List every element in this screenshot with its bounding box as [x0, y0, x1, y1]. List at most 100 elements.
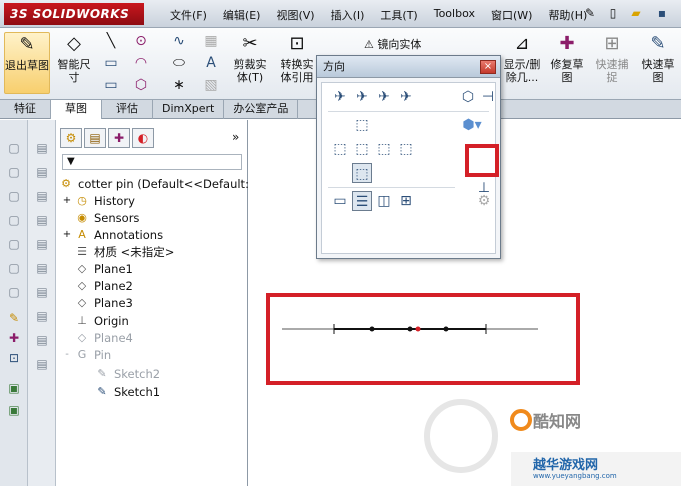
tab-dimxpert[interactable]: DimXpert: [153, 100, 225, 119]
dialog-title-bar[interactable]: 方向 ×: [317, 56, 500, 78]
top-view-icon[interactable]: ⬚: [352, 115, 372, 135]
grid-icon[interactable]: ▦: [200, 32, 222, 50]
smart-dimension-button[interactable]: ◇ 智能尺寸: [54, 32, 94, 84]
tree-item-pin[interactable]: - G Pin: [62, 346, 111, 363]
arc-icon[interactable]: ◠: [130, 54, 152, 72]
back-view-icon[interactable]: ⬚: [396, 139, 416, 159]
view-icon[interactable]: ▤: [33, 236, 51, 252]
tree-item-plane3[interactable]: ◇ Plane3: [74, 294, 133, 311]
tree-item-sketch1[interactable]: ✎ Sketch1: [94, 383, 160, 400]
circle-icon[interactable]: ⊙: [130, 32, 152, 50]
appearance-tab-icon[interactable]: ◐: [132, 128, 154, 148]
tree-item-plane4[interactable]: ◇ Plane4: [74, 329, 133, 346]
view-icon[interactable]: ▤: [33, 188, 51, 204]
slot-icon[interactable]: ▭: [100, 76, 122, 94]
expand-toggle[interactable]: -: [62, 349, 72, 360]
tree-item-material[interactable]: ☰ 材质 <未指定>: [74, 243, 174, 260]
tree-item-sketch2[interactable]: ✎ Sketch2: [94, 365, 160, 382]
tree-item-origin[interactable]: ⊥ Origin: [74, 312, 129, 329]
convert-entities-button[interactable]: ⊡ 转换实体引用: [276, 32, 318, 84]
new-view-icon[interactable]: ✈: [330, 87, 350, 107]
cube-icon[interactable]: ▢: [5, 164, 23, 180]
line-icon[interactable]: ╲: [100, 32, 122, 50]
two-view-vertical-icon[interactable]: ◫: [374, 191, 394, 211]
rectangle-icon[interactable]: ▭: [100, 54, 122, 72]
left-view-icon[interactable]: ⬚: [330, 139, 350, 159]
isometric-dropdown-icon[interactable]: ⬢▾: [462, 115, 482, 135]
close-button[interactable]: ×: [480, 60, 496, 74]
repair-sketch-button[interactable]: ✚ 修复草图: [546, 32, 588, 84]
tree-item-plane2[interactable]: ◇ Plane2: [74, 277, 133, 294]
expand-panel-icon[interactable]: »: [232, 130, 239, 144]
new-document-icon[interactable]: ▯: [603, 4, 623, 22]
ellipse-icon[interactable]: ⬭: [168, 54, 190, 72]
pin-dialog-icon[interactable]: ⊣: [478, 87, 498, 107]
tree-filter[interactable]: ▼: [62, 154, 242, 170]
menu-edit[interactable]: 编辑(E): [223, 7, 261, 23]
four-view-icon[interactable]: ⊞: [396, 191, 416, 211]
front-view-icon[interactable]: ⬚: [352, 139, 372, 159]
view-icon[interactable]: ▤: [33, 164, 51, 180]
right-view-icon[interactable]: ⬚: [374, 139, 394, 159]
tab-evaluate[interactable]: 评估: [102, 100, 153, 119]
tab-office-products[interactable]: 办公室产品: [224, 100, 299, 119]
mirror-entities-button[interactable]: ⚠ 镜向实体: [364, 36, 421, 52]
modify-icon[interactable]: ⊡: [5, 350, 23, 366]
quick-snap-button[interactable]: ⊞ 快速捕捉: [592, 32, 632, 84]
sketch-tool-icon[interactable]: ✎: [5, 310, 23, 326]
text-icon[interactable]: A: [200, 54, 222, 72]
exit-sketch-button[interactable]: ✎ 退出草图: [4, 32, 50, 94]
tree-item-history[interactable]: + ◷ History: [62, 192, 135, 209]
spline-icon[interactable]: ∿: [168, 32, 190, 50]
two-view-horizontal-icon[interactable]: ☰: [352, 191, 372, 211]
cube-icon[interactable]: ▢: [5, 284, 23, 300]
cube-icon[interactable]: ▢: [5, 188, 23, 204]
link-view-icon[interactable]: ✈: [396, 87, 416, 107]
menu-insert[interactable]: 插入(I): [331, 7, 365, 23]
rapid-sketch-button[interactable]: ✎ 快速草图: [638, 32, 678, 84]
layer-icon[interactable]: ▣: [5, 380, 23, 396]
view-icon[interactable]: ▤: [33, 332, 51, 348]
layer-icon[interactable]: ▣: [5, 402, 23, 418]
save-icon[interactable]: ▪: [652, 4, 672, 22]
reset-view-icon[interactable]: ✈: [374, 87, 394, 107]
view-icon[interactable]: ▤: [33, 260, 51, 276]
menu-tools[interactable]: 工具(T): [380, 7, 417, 23]
view-icon[interactable]: ▤: [33, 308, 51, 324]
open-folder-icon[interactable]: ▰: [626, 4, 646, 22]
cube-icon[interactable]: ▢: [5, 212, 23, 228]
view-icon[interactable]: ▤: [33, 212, 51, 228]
tree-root[interactable]: ⚙ cotter pin (Default<<Default:: [58, 175, 249, 192]
update-view-icon[interactable]: ✈: [352, 87, 372, 107]
pin-icon[interactable]: ✎: [580, 4, 600, 22]
expand-toggle[interactable]: +: [62, 229, 72, 240]
menu-toolbox[interactable]: Toolbox: [434, 7, 475, 23]
tab-features[interactable]: 特征: [0, 100, 51, 119]
sketch-geometry[interactable]: [270, 297, 576, 381]
tree-item-annotations[interactable]: + A Annotations: [62, 226, 163, 243]
tab-sketch[interactable]: 草图: [51, 100, 102, 119]
single-view-icon[interactable]: ▭: [330, 191, 350, 211]
view-icon[interactable]: ▤: [33, 284, 51, 300]
trim-entities-button[interactable]: ✂ 剪裁实体(T): [230, 32, 270, 84]
plane-sketch-icon[interactable]: ▧: [200, 76, 222, 94]
expand-toggle[interactable]: +: [62, 195, 72, 206]
menu-window[interactable]: 窗口(W): [491, 7, 532, 23]
feature-manager-tab-icon[interactable]: ⚙: [60, 128, 82, 148]
polygon-icon[interactable]: ⬡: [130, 76, 152, 94]
menu-view[interactable]: 视图(V): [276, 7, 314, 23]
tree-item-sensors[interactable]: ◉ Sensors: [74, 209, 139, 226]
view-icon[interactable]: ▤: [33, 356, 51, 372]
view-icon[interactable]: ▤: [33, 140, 51, 156]
view-selector-icon[interactable]: ⬡: [458, 87, 478, 107]
cube-icon[interactable]: ▢: [5, 260, 23, 276]
property-manager-tab-icon[interactable]: ▤: [84, 128, 106, 148]
config-manager-tab-icon[interactable]: ✚: [108, 128, 130, 148]
bottom-view-icon[interactable]: ⬚: [352, 163, 372, 183]
tree-item-plane1[interactable]: ◇ Plane1: [74, 260, 133, 277]
relation-tool-icon[interactable]: ✚: [5, 330, 23, 346]
display-delete-relations-button[interactable]: ⊿ 显示/删除几...: [500, 32, 544, 84]
point-icon[interactable]: ∗: [168, 76, 190, 94]
cube-icon[interactable]: ▢: [5, 236, 23, 252]
link-views-icon[interactable]: ⚙: [474, 191, 494, 211]
